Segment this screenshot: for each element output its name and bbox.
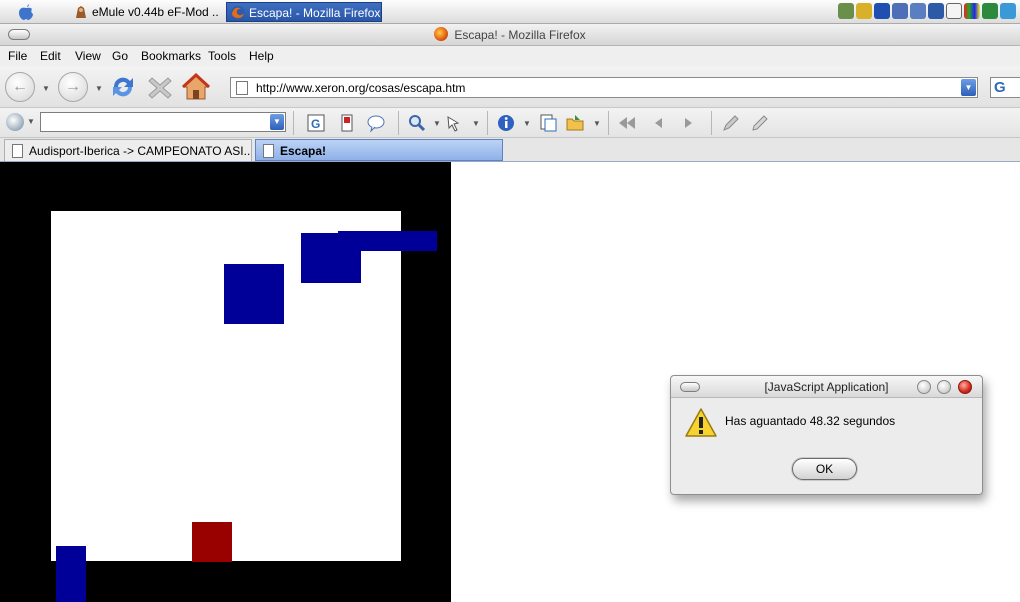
google-search-box[interactable]: ▼ (40, 112, 286, 132)
select-dropdown-icon[interactable]: ▼ (472, 119, 480, 128)
view-source-icon[interactable] (538, 113, 558, 133)
minimize-button[interactable] (917, 380, 931, 394)
firefox-icon (434, 27, 449, 41)
search-engine-button[interactable]: G (990, 77, 1020, 98)
info-dropdown-icon[interactable]: ▼ (523, 119, 531, 128)
google-icon[interactable] (6, 113, 24, 131)
bluetooth-icon[interactable] (874, 3, 890, 19)
blocker-icon[interactable] (337, 113, 357, 133)
google-dropdown-icon[interactable]: ▼ (27, 117, 35, 126)
taskbar-item-firefox[interactable]: Escapa! - Mozilla Firefox (226, 2, 382, 22)
menu-file[interactable]: File (8, 49, 27, 63)
game-board (0, 162, 451, 602)
info-icon[interactable] (496, 113, 516, 133)
close-button[interactable] (958, 380, 972, 394)
tab-audisport[interactable]: Audisport-Iberica -> CAMPEONATO ASI...i.… (4, 139, 252, 161)
tab-label: Audisport-Iberica -> CAMPEONATO ASI...i.… (29, 144, 252, 158)
zoom-icon[interactable] (407, 113, 427, 133)
taskbar: eMule v0.44b eF-Mod ... Escapa! - Mozill… (0, 0, 1020, 24)
pencil-icon[interactable] (750, 113, 770, 133)
back-icon[interactable]: ← (5, 72, 35, 102)
google-toolbar: ▼ ▼ G ▼ ▼ ▼ ▼ (0, 108, 1020, 138)
dialog-title-bar: [JavaScript Application] (671, 376, 982, 398)
taskbar-item-emule[interactable]: eMule v0.44b eF-Mod ... (70, 2, 218, 22)
window-title: Escapa! - Mozilla Firefox (454, 28, 586, 42)
svg-text:G: G (311, 117, 320, 131)
folder-dropdown-icon[interactable]: ▼ (593, 119, 601, 128)
tab-label: Escapa! (280, 144, 327, 158)
chat-icon[interactable] (366, 113, 386, 133)
javascript-alert-dialog: [JavaScript Application] Has aguantado 4… (670, 375, 983, 495)
system-tray (838, 3, 1016, 21)
taskbar-item-label: eMule v0.44b eF-Mod ... (92, 5, 218, 19)
select-icon[interactable] (444, 113, 464, 133)
back-arrow-icon[interactable] (649, 113, 669, 133)
reload-icon[interactable] (108, 73, 138, 101)
menu-bar: File Edit View Go Bookmarks Tools Help (0, 46, 1020, 66)
menu-help[interactable]: Help (249, 49, 274, 63)
page-icon (263, 144, 274, 158)
maximize-button[interactable] (937, 380, 951, 394)
url-text[interactable]: http://www.xeron.org/cosas/escapa.htm (256, 81, 465, 95)
back-dropdown-icon[interactable]: ▼ (42, 84, 50, 93)
menu-go[interactable]: Go (112, 49, 128, 63)
enemy-block (224, 264, 284, 324)
security-icon[interactable] (982, 3, 998, 19)
menu-tools[interactable]: Tools (208, 49, 236, 63)
enemy-block (56, 546, 86, 602)
menu-edit[interactable]: Edit (40, 49, 61, 63)
color-icon[interactable] (964, 3, 980, 19)
ok-button[interactable]: OK (792, 458, 857, 480)
dialog-message: Has aguantado 48.32 segundos (725, 414, 896, 428)
user-icon[interactable] (838, 3, 854, 19)
tab-escapa[interactable]: Escapa! (255, 139, 503, 161)
home-icon[interactable] (181, 73, 211, 101)
forward-icon[interactable]: → (58, 72, 88, 102)
url-bar[interactable]: http://www.xeron.org/cosas/escapa.htm ▼ (230, 77, 978, 98)
network-icon[interactable] (856, 3, 872, 19)
page-icon (12, 144, 23, 158)
google-search-input[interactable] (41, 113, 269, 131)
tab-bar: Audisport-Iberica -> CAMPEONATO ASI...i.… (0, 138, 1020, 162)
stop-icon[interactable] (145, 73, 175, 101)
monitor-icon[interactable] (910, 3, 926, 19)
url-dropdown-icon[interactable]: ▼ (961, 79, 976, 96)
rewind-icon[interactable] (617, 113, 637, 133)
mail-icon[interactable] (928, 3, 944, 19)
folder-icon[interactable] (565, 113, 585, 133)
forward-dropdown-icon[interactable]: ▼ (95, 84, 103, 93)
globe-icon[interactable] (1000, 3, 1016, 19)
firefox-icon (231, 6, 245, 20)
tag-icon[interactable] (946, 3, 962, 19)
pen-icon[interactable] (721, 113, 741, 133)
apple-logo-icon[interactable] (16, 3, 36, 21)
forward-arrow-icon[interactable] (678, 113, 698, 133)
search-dropdown-icon[interactable]: ▼ (270, 114, 284, 130)
pagerank-icon[interactable]: G (306, 113, 326, 133)
warning-icon (685, 408, 717, 437)
volume-icon[interactable] (892, 3, 908, 19)
player-square[interactable] (192, 522, 232, 562)
page-icon (236, 81, 248, 95)
dialog-title: [JavaScript Application] (764, 380, 889, 394)
emule-icon (76, 6, 86, 18)
taskbar-item-label: Escapa! - Mozilla Firefox (249, 6, 381, 20)
zoom-dropdown-icon[interactable]: ▼ (433, 119, 441, 128)
window-title-bar: Escapa! - Mozilla Firefox (0, 24, 1020, 46)
enemy-block (338, 231, 437, 251)
menu-bookmarks[interactable]: Bookmarks (141, 49, 201, 63)
menu-view[interactable]: View (75, 49, 101, 63)
